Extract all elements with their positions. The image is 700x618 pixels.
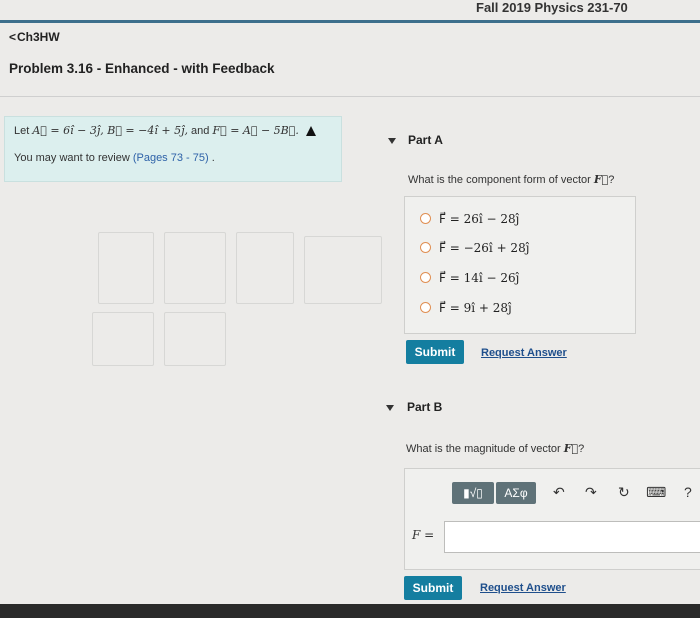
magnitude-answer-input[interactable] [444,521,700,553]
part-b-question-vector: F⃗ [563,442,579,455]
radio-button[interactable] [420,272,431,283]
part-a-question: What is the component form of vector F⃗? [408,173,614,186]
statement-lead: Let [14,125,33,137]
part-b-question-text: What is the magnitude of vector [406,443,564,455]
part-a-submit-button[interactable]: Submit [406,340,464,364]
review-note: You may want to review (Pages 73 - 75) . [14,152,215,164]
part-a-question-mark: ? [608,174,615,186]
section-divider [0,96,700,97]
header-divider [0,20,700,23]
choice-label: F⃗ = 14î − 26ĵ [439,271,520,285]
part-a-title[interactable]: Part A [408,133,443,147]
part-a-collapse-icon[interactable] [388,138,396,144]
faint-shape-2 [164,232,226,304]
back-link-label: Ch3HW [17,30,60,44]
faint-shape-1 [98,232,154,304]
choice-option-4[interactable]: F⃗ = 9î + 28ĵ [420,301,512,315]
problem-statement: Let A⃗ = 6î − 3ĵ, B⃗ = −4î + 5ĵ, and F⃗ … [14,124,299,137]
undo-icon[interactable]: ↶ [553,484,565,501]
answer-input-label: F = [412,528,435,542]
course-title: Fall 2019 Physics 231-70 [476,0,628,15]
symbols-button[interactable]: ΑΣφ [496,482,536,504]
choice-label: F⃗ = −26î + 28ĵ [439,241,530,255]
choice-option-1[interactable]: F⃗ = 26î − 28ĵ [420,212,519,226]
choice-option-2[interactable]: F⃗ = −26î + 28ĵ [420,241,529,255]
reset-icon[interactable]: ↻ [618,484,630,501]
part-a-request-answer-link[interactable]: Request Answer [481,347,567,359]
part-a-question-vector: F⃗ [593,173,609,186]
redo-icon[interactable]: ↷ [585,484,597,501]
faint-shape-5 [92,312,154,366]
review-end: . [208,152,215,164]
back-to-assignment-link[interactable]: <Ch3HW [9,30,60,44]
mouse-cursor-icon [306,126,316,136]
screen-bottom-edge [0,604,700,618]
chevron-left-icon: < [9,30,17,44]
part-b-submit-button[interactable]: Submit [404,576,462,600]
part-b-question: What is the magnitude of vector F⃗? [406,442,584,455]
help-icon[interactable]: ? [684,484,692,500]
choice-label: F⃗ = 9î + 28ĵ [439,301,512,315]
faint-shape-3 [236,232,294,304]
radio-button[interactable] [420,213,431,224]
choice-option-3[interactable]: F⃗ = 14î − 26ĵ [420,271,519,285]
part-b-question-mark: ? [578,443,585,455]
statement-and: and [188,125,213,137]
problem-title: Problem 3.16 - Enhanced - with Feedback [9,61,275,76]
vector-definitions: A⃗ = 6î − 3ĵ, B⃗ = −4î + 5ĵ, [32,124,188,137]
keyboard-icon[interactable]: ⌨ [646,484,666,501]
part-b-collapse-icon[interactable] [386,405,394,411]
part-a-question-text: What is the component form of vector [408,174,594,186]
faint-shape-4 [304,236,382,304]
faint-shape-6 [164,312,226,366]
review-text: You may want to review [14,152,133,164]
templates-button[interactable]: ▮√▯ [452,482,494,504]
radio-button[interactable] [420,302,431,313]
review-pages-link[interactable]: (Pages 73 - 75) [133,152,209,164]
radio-button[interactable] [420,242,431,253]
part-b-request-answer-link[interactable]: Request Answer [480,582,566,594]
f-definition: F⃗ = A⃗ − 5B⃗. [212,124,299,137]
choice-label: F⃗ = 26î − 28ĵ [439,212,520,226]
part-b-title[interactable]: Part B [407,400,442,414]
